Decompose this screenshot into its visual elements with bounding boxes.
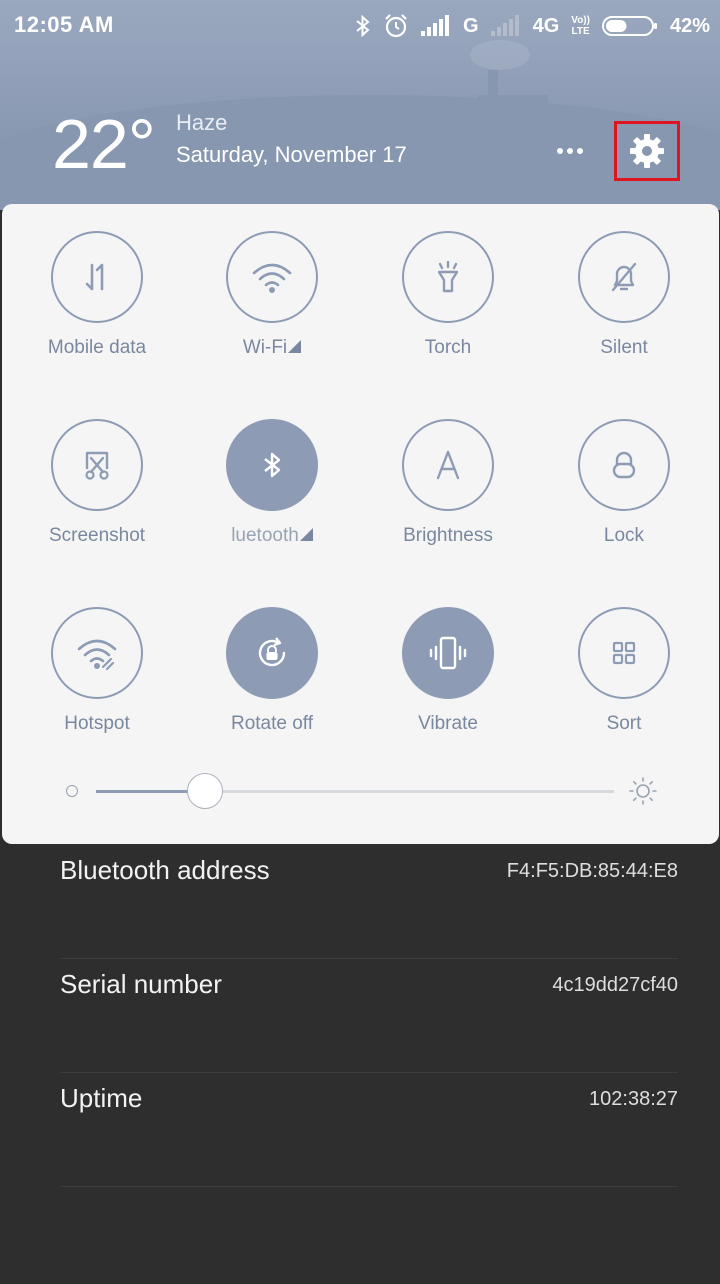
screenshot-scissors-icon: [85, 451, 109, 480]
wifi-icon: [252, 263, 292, 293]
toggle-circle[interactable]: [402, 231, 494, 323]
info-value: 4c19dd27cf40: [552, 974, 678, 996]
toggle-circle[interactable]: [402, 419, 494, 511]
brightness-slider-thumb[interactable]: [186, 773, 223, 809]
toggle-label: Rotate off: [230, 713, 314, 734]
status-time: 12:05 AM: [14, 12, 114, 37]
more-dot: [577, 148, 583, 154]
battery-icon: [601, 16, 657, 36]
toggle-label: Hotspot: [64, 713, 130, 734]
battery-percent: 42%: [669, 14, 710, 37]
signal-strength-icon: [421, 15, 450, 36]
weather-condition: Haze: [176, 110, 228, 135]
vibrate-icon: [429, 636, 467, 670]
info-label: Serial number: [60, 969, 222, 999]
header-date: Saturday, November 17: [176, 142, 407, 167]
toggle-lock[interactable]: Lock: [536, 419, 712, 547]
torch-icon: [437, 260, 459, 293]
info-value: F4:F5:DB:85:44:E8: [506, 860, 678, 882]
info-row-serial-number: Serial number 4c19dd27cf40: [60, 958, 678, 1073]
network-type-1: G: [463, 14, 479, 37]
signal-strength-2-icon: [490, 15, 519, 36]
more-dot: [557, 148, 563, 154]
toggle-circle[interactable]: [578, 231, 670, 323]
toggle-brightness[interactable]: Brightness: [360, 419, 536, 547]
status-icons: G 4G Vo)) LTE 42%: [355, 10, 710, 42]
rotate-lock-icon: [258, 637, 286, 667]
toggle-label: Mobile data: [47, 337, 147, 358]
settings-button[interactable]: [614, 121, 680, 181]
alarm-icon: [385, 14, 407, 38]
sort-grid-icon: [612, 641, 636, 665]
toggle-label: Wi-Fi: [184, 337, 360, 359]
toggle-torch[interactable]: Torch: [360, 231, 536, 359]
toggle-circle[interactable]: [51, 607, 143, 699]
silent-bell-icon: [611, 262, 637, 292]
expand-triangle-icon: [299, 528, 313, 541]
toggle-label: Sort: [606, 713, 642, 734]
toggle-circle[interactable]: [51, 419, 143, 511]
brightness-slider[interactable]: [96, 773, 614, 809]
expand-triangle-icon: [288, 340, 302, 353]
toggle-label: luetooth: [184, 525, 360, 547]
info-label: Uptime: [60, 1083, 143, 1113]
toggle-sort[interactable]: Sort: [536, 607, 712, 735]
toggle-circle[interactable]: [51, 231, 143, 323]
toggle-bluetooth[interactable]: luetooth: [184, 419, 360, 547]
more-options-button[interactable]: [548, 134, 592, 168]
lock-icon: [612, 451, 636, 479]
toggle-circle[interactable]: [402, 607, 494, 699]
info-value: 102:38:27: [589, 1088, 678, 1110]
toggle-silent[interactable]: Silent: [536, 231, 712, 359]
toggle-vibrate[interactable]: Vibrate: [360, 607, 536, 735]
toggle-mobile-data[interactable]: Mobile data: [9, 231, 185, 359]
toggle-label: Screenshot: [48, 525, 146, 546]
more-dot: [567, 148, 573, 154]
toggle-label: Vibrate: [418, 713, 478, 734]
bluetooth-icon: [264, 452, 281, 478]
toggle-wifi[interactable]: Wi-Fi: [184, 231, 360, 359]
toggle-screenshot[interactable]: Screenshot: [9, 419, 185, 547]
toggle-label: Silent: [600, 337, 648, 358]
toggle-circle[interactable]: [226, 231, 318, 323]
toggle-hotspot[interactable]: Hotspot: [9, 607, 185, 735]
gear-icon: [630, 134, 664, 168]
brightness-a-icon: [436, 450, 460, 480]
network-type-2: 4G: [532, 14, 560, 37]
toggle-circle[interactable]: [226, 419, 318, 511]
volte-icon: Vo)) LTE: [571, 15, 590, 37]
info-label: Bluetooth address: [60, 855, 270, 885]
brightness-max-sun-icon: [629, 777, 657, 805]
bluetooth-icon: [356, 14, 370, 38]
toggle-rotate[interactable]: Rotate off: [184, 607, 360, 735]
toggle-circle[interactable]: [226, 607, 318, 699]
weather-temperature: 22°: [52, 105, 156, 183]
quick-settings-panel: Mobile data Wi-Fi Torch Silent Screensho…: [2, 204, 719, 844]
volte-bottom: LTE: [571, 26, 590, 37]
toggle-label: Brightness: [403, 525, 493, 546]
hotspot-icon: [77, 639, 117, 671]
toggle-circle[interactable]: [578, 419, 670, 511]
status-bar: 12:05 AM G 4G Vo)) LTE 42%: [0, 0, 720, 52]
info-row-uptime: Uptime 102:38:27: [60, 1072, 678, 1187]
brightness-min-icon: [66, 785, 78, 797]
volte-top: Vo)): [571, 15, 590, 26]
info-row-bluetooth-address: Bluetooth address F4:F5:DB:85:44:E8: [60, 844, 678, 959]
toggle-circle[interactable]: [578, 607, 670, 699]
mobile-data-icon: [85, 263, 104, 291]
toggle-label: Torch: [424, 337, 472, 358]
toggle-label: Lock: [603, 525, 645, 546]
